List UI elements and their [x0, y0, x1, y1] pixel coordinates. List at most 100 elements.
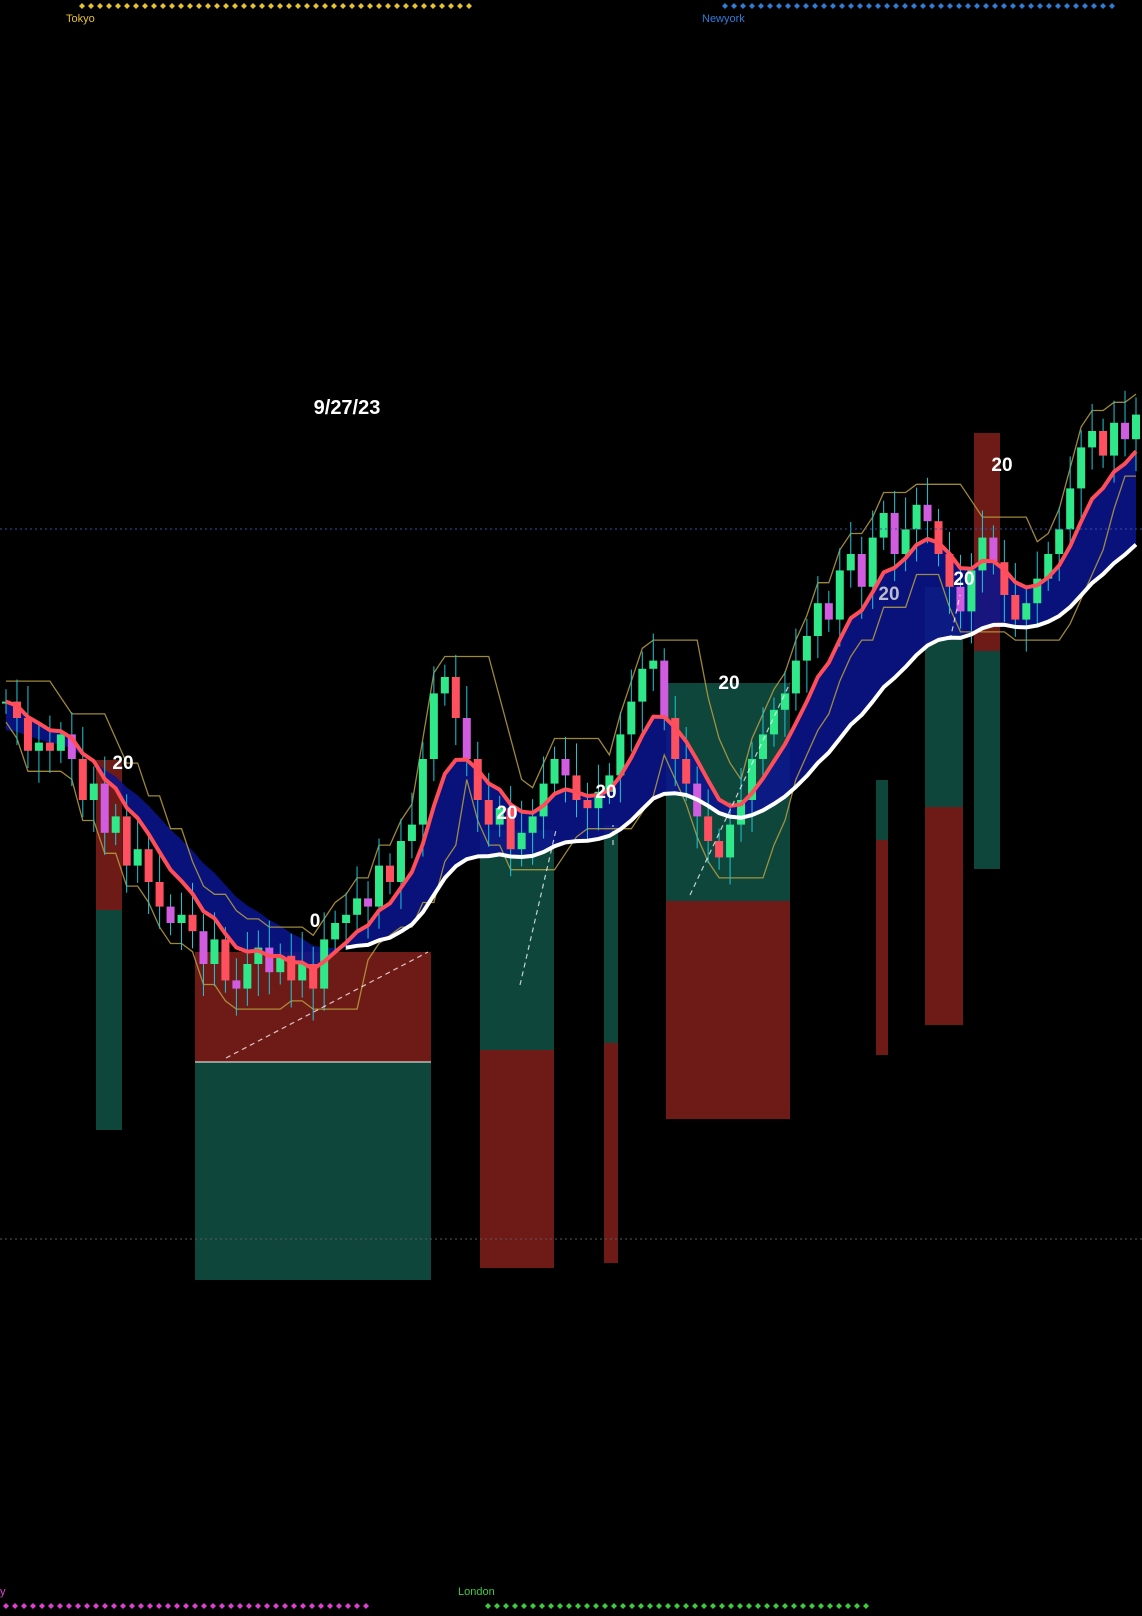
bear-candle — [232, 980, 241, 989]
london-session-marker — [791, 1603, 797, 1609]
sydney-session-marker — [3, 1603, 9, 1609]
bull-candle — [342, 914, 351, 923]
newyork-session-marker — [947, 3, 953, 9]
session-label-london: London — [458, 1586, 495, 1598]
bull-candle — [649, 660, 658, 669]
tokyo-session-marker — [340, 3, 346, 9]
bull-candle — [517, 832, 526, 850]
newyork-session-marker — [1064, 3, 1070, 9]
newyork-session-marker — [1001, 3, 1007, 9]
tokyo-session-marker — [205, 3, 211, 9]
tokyo-session-marker — [223, 3, 229, 9]
bear-candle — [122, 816, 131, 866]
trade-label: 20 — [878, 584, 900, 605]
london-session-marker — [845, 1603, 851, 1609]
sydney-session-marker — [300, 1603, 306, 1609]
tokyo-session-marker — [124, 3, 130, 9]
bull-candle — [1066, 488, 1075, 530]
tokyo-session-marker — [268, 3, 274, 9]
session-label-tokyo: Tokyo — [66, 13, 95, 25]
sydney-session-marker — [12, 1603, 18, 1609]
bear-candle — [1099, 431, 1108, 456]
loss-box — [925, 807, 963, 1025]
london-session-marker — [710, 1603, 716, 1609]
bull-candle — [780, 693, 789, 710]
bull-candle — [846, 554, 855, 571]
sydney-session-marker — [138, 1603, 144, 1609]
newyork-session-marker — [875, 3, 881, 9]
sydney-session-marker — [192, 1603, 198, 1609]
bull-candle — [210, 939, 219, 964]
tokyo-session-marker — [232, 3, 238, 9]
sydney-session-marker — [75, 1603, 81, 1609]
bear-candle — [221, 939, 230, 981]
london-session-marker — [863, 1603, 869, 1609]
bull-candle — [528, 816, 537, 833]
sydney-session-marker — [264, 1603, 270, 1609]
tokyo-session-marker — [403, 3, 409, 9]
bear-candle — [572, 775, 581, 800]
bear-candle — [155, 882, 164, 907]
newyork-session-marker — [866, 3, 872, 9]
trade-label: 20 — [991, 455, 1013, 476]
newyork-session-marker — [839, 3, 845, 9]
bear-candle — [704, 816, 713, 841]
sydney-session-marker — [327, 1603, 333, 1609]
newyork-session-marker — [794, 3, 800, 9]
london-session-marker — [575, 1603, 581, 1609]
bull-candle — [243, 964, 252, 989]
profit-box — [480, 830, 554, 1050]
sydney-session-marker — [147, 1603, 153, 1609]
london-session-marker — [494, 1603, 500, 1609]
loss-box — [604, 1043, 618, 1263]
tokyo-session-marker — [457, 3, 463, 9]
london-session-marker — [647, 1603, 653, 1609]
tokyo-session-marker — [250, 3, 256, 9]
sydney-session-marker — [174, 1603, 180, 1609]
london-session-marker — [485, 1603, 491, 1609]
tokyo-session-marker — [367, 3, 373, 9]
trade-label: 20 — [595, 782, 617, 803]
sydney-session-marker — [354, 1603, 360, 1609]
newyork-session-marker — [767, 3, 773, 9]
bull-candle — [1077, 447, 1086, 489]
bull-candle — [440, 677, 449, 694]
newyork-session-marker — [857, 3, 863, 9]
london-session-marker — [629, 1603, 635, 1609]
tokyo-session-marker — [430, 3, 436, 9]
sydney-session-marker — [246, 1603, 252, 1609]
newyork-session-marker — [893, 3, 899, 9]
newyork-session-marker — [938, 3, 944, 9]
london-session-marker — [827, 1603, 833, 1609]
london-session-marker — [746, 1603, 752, 1609]
tokyo-session-marker — [385, 3, 391, 9]
bull-candle — [89, 783, 98, 800]
london-session-marker — [782, 1603, 788, 1609]
tokyo-session-marker — [394, 3, 400, 9]
bear-candle — [364, 898, 373, 907]
london-session-marker — [584, 1603, 590, 1609]
bear-candle — [989, 537, 998, 563]
newyork-session-marker — [983, 3, 989, 9]
newyork-session-marker — [956, 3, 962, 9]
profit-box — [195, 1062, 431, 1280]
profit-box — [604, 825, 618, 1043]
candles — [2, 390, 1140, 1021]
bear-candle — [462, 718, 471, 759]
loss-box — [480, 1050, 554, 1268]
newyork-session-marker — [1019, 3, 1025, 9]
newyork-session-marker — [1046, 3, 1052, 9]
newyork-session-marker — [776, 3, 782, 9]
newyork-session-marker — [920, 3, 926, 9]
london-session-marker — [503, 1603, 509, 1609]
tokyo-session-marker — [412, 3, 418, 9]
bull-candle — [638, 668, 647, 702]
london-session-marker — [539, 1603, 545, 1609]
london-session-marker — [701, 1603, 707, 1609]
trade-label: 20 — [112, 753, 134, 774]
newyork-session-marker — [812, 3, 818, 9]
london-session-marker — [512, 1603, 518, 1609]
tokyo-session-marker — [214, 3, 220, 9]
london-session-marker — [719, 1603, 725, 1609]
bull-candle — [56, 734, 65, 751]
